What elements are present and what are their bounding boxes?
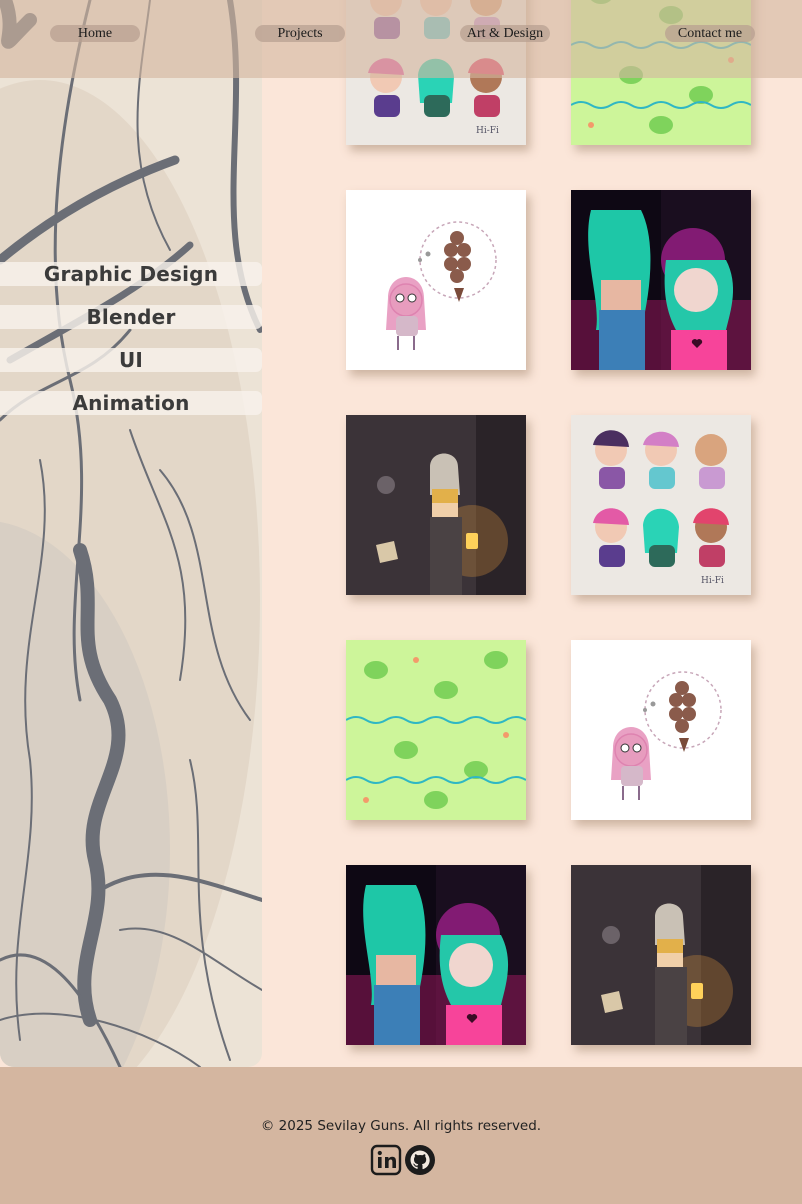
gallery-item-lantern-alley[interactable] <box>571 865 751 1045</box>
category-menu: Graphic Design Blender UI Animation <box>0 262 262 434</box>
gallery-item-lantern-alley[interactable] <box>346 415 526 595</box>
neon-night-artwork <box>346 865 526 1045</box>
nav-projects[interactable]: Projects <box>255 25 345 42</box>
linkedin-icon <box>370 1144 402 1176</box>
lantern-alley-artwork <box>346 415 526 595</box>
github-link[interactable] <box>404 1144 436 1176</box>
nav-home[interactable]: Home <box>50 25 140 42</box>
nav-art-design[interactable]: Art & Design <box>460 25 550 42</box>
gallery-item-hi-fi-characters[interactable]: Hi-Fi <box>571 415 751 595</box>
nav-contact[interactable]: Contact me <box>665 25 755 42</box>
category-animation[interactable]: Animation <box>0 391 262 415</box>
category-ui[interactable]: UI <box>0 348 262 372</box>
social-links <box>370 1144 436 1176</box>
linkedin-link[interactable] <box>370 1144 402 1176</box>
side-panel: Graphic Design Blender UI Animation <box>0 0 262 1067</box>
ice-cream-dream-artwork <box>571 640 751 820</box>
github-icon <box>405 1145 435 1175</box>
category-blender[interactable]: Blender <box>0 305 262 329</box>
svg-text:Hi-Fi: Hi-Fi <box>701 576 724 586</box>
lantern-alley-artwork <box>571 865 751 1045</box>
gallery-item-neon-night[interactable] <box>571 190 751 370</box>
chibi-characters-artwork: Hi-Fi <box>571 415 751 595</box>
neon-night-artwork <box>571 190 751 370</box>
category-graphic-design[interactable]: Graphic Design <box>0 262 262 286</box>
svg-text:Hi-Fi: Hi-Fi <box>476 126 499 136</box>
frog-pattern-artwork <box>346 640 526 820</box>
line-art-background <box>0 0 262 1067</box>
footer: © 2025 Sevilay Guns. All rights reserved… <box>0 1067 802 1204</box>
gallery-item-neon-night[interactable] <box>346 865 526 1045</box>
top-nav: Home Projects Art & Design Contact me <box>0 0 802 78</box>
gallery-item-ice-cream-dream[interactable] <box>346 190 526 370</box>
gallery-item-frog-pattern[interactable] <box>346 640 526 820</box>
ice-cream-dream-artwork <box>346 190 526 370</box>
copyright-text: © 2025 Sevilay Guns. All rights reserved… <box>260 1118 542 1134</box>
gallery-item-ice-cream-dream[interactable] <box>571 640 751 820</box>
